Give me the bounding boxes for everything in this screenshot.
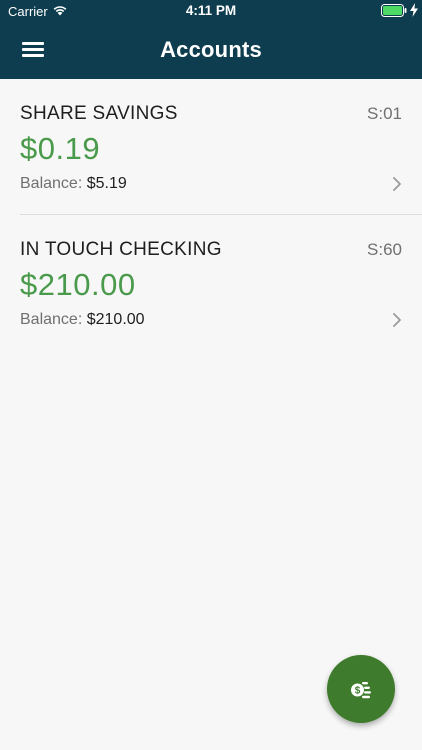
balance-label: Balance: — [20, 175, 83, 192]
account-suffix: S:60 — [367, 240, 402, 259]
account-balance: Balance: $210.00 — [20, 311, 145, 329]
status-bar: Carrier 4:11 PM — [0, 0, 422, 22]
account-suffix: S:01 — [367, 104, 402, 123]
transfer-money-button[interactable]: $ — [327, 655, 395, 723]
charging-bolt-icon — [410, 3, 418, 17]
account-name: SHARE SAVINGS — [20, 103, 178, 124]
available-amount: $210.00 — [20, 267, 136, 302]
battery-icon — [381, 4, 407, 17]
account-balance: Balance: $5.19 — [20, 175, 127, 193]
svg-text:$: $ — [355, 686, 361, 697]
status-time: 4:11 PM — [185, 3, 237, 18]
chevron-right-icon — [393, 177, 401, 191]
account-item-in-touch-checking[interactable]: IN TOUCH CHECKING S:60 $210.00 Balance: … — [0, 215, 422, 351]
account-item-share-savings[interactable]: SHARE SAVINGS S:01 $0.19 Balance: $5.19 — [0, 79, 422, 215]
account-name: IN TOUCH CHECKING — [20, 239, 222, 260]
balance-label: Balance: — [20, 311, 83, 328]
balance-value: $210.00 — [86, 311, 145, 328]
page-title: Accounts — [160, 37, 262, 62]
chevron-right-icon — [393, 313, 401, 327]
transfer-money-icon: $ — [351, 682, 371, 699]
balance-value: $5.19 — [86, 175, 127, 192]
available-amount: $0.19 — [20, 131, 101, 166]
app-header: Carrier 4:11 PM Accounts — [0, 0, 422, 79]
